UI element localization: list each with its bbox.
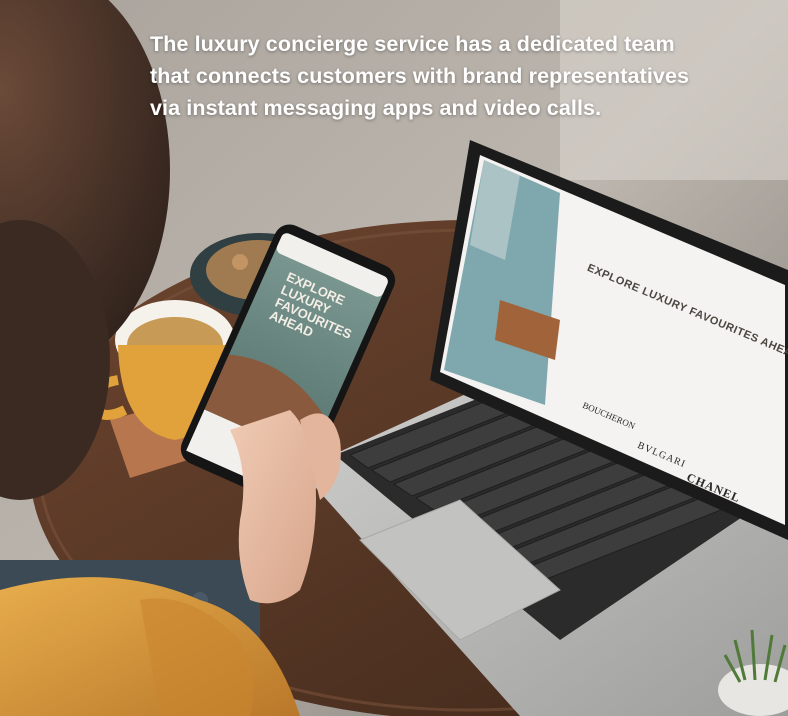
photo-caption: The luxury concierge service has a dedic… <box>150 28 760 124</box>
photo-scene: The luxury concierge service has a dedic… <box>0 0 788 716</box>
caption-line-1: The luxury concierge service has a dedic… <box>150 32 675 56</box>
caption-line-2: that connects customers with brand repre… <box>150 64 690 88</box>
caption-line-3: via instant messaging apps and video cal… <box>150 96 602 120</box>
